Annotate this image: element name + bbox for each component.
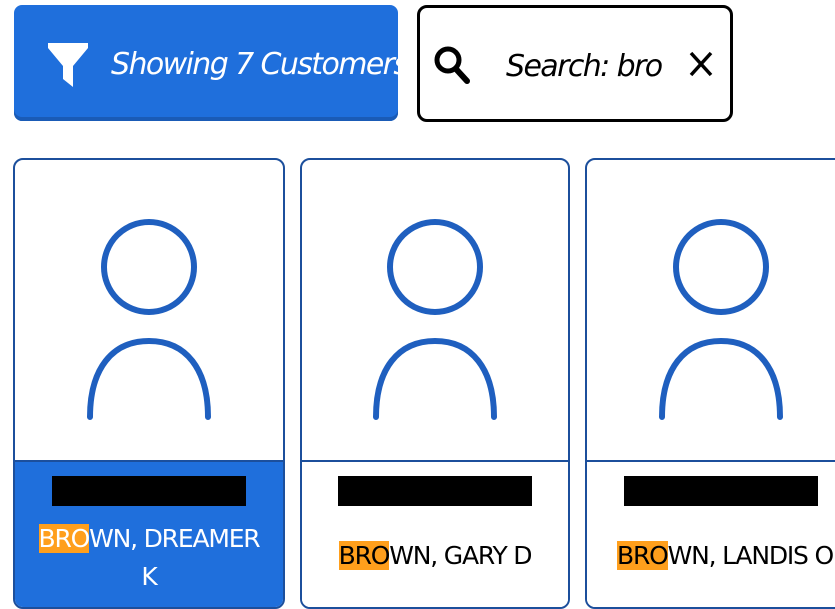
search-match-highlight: BRO xyxy=(38,524,90,553)
customer-browser: Showing 7 Customers Search: bro BROWN, D… xyxy=(0,0,835,609)
search-icon xyxy=(434,46,470,84)
customer-name: BROWN, LANDIS O xyxy=(587,537,835,575)
person-icon xyxy=(659,219,783,420)
customer-name-continued: K xyxy=(141,562,157,591)
filter-label: Showing 7 Customers xyxy=(111,47,409,82)
search-match-highlight: BRO xyxy=(338,541,390,570)
filter-button[interactable]: Showing 7 Customers xyxy=(14,5,409,121)
search-query: Search: bro xyxy=(506,49,663,84)
person-icon xyxy=(87,219,211,420)
customer-name-rest: WN, LANDIS O xyxy=(667,541,835,570)
customer-name: BROWN, GARY D xyxy=(302,537,568,575)
customer-portrait xyxy=(587,160,835,462)
customer-portrait xyxy=(302,160,568,462)
redacted-account-number xyxy=(338,476,532,506)
search-box[interactable]: Search: bro xyxy=(417,5,733,122)
customer-info: BROWN, LANDIS O xyxy=(587,462,835,607)
customer-info: BROWN, GARY D xyxy=(302,462,568,607)
customer-card[interactable]: BROWN, DREAMER K xyxy=(13,158,285,609)
customer-name-rest: WN, GARY D xyxy=(389,541,532,570)
redacted-account-number xyxy=(624,476,818,506)
customer-portrait xyxy=(15,160,283,462)
customer-card[interactable]: BROWN, GARY D xyxy=(300,158,570,609)
customer-card[interactable]: BROWN, LANDIS O xyxy=(585,158,835,609)
redacted-account-number xyxy=(52,476,246,506)
person-icon xyxy=(373,219,497,420)
search-match-highlight: BRO xyxy=(617,541,669,570)
customer-name: BROWN, DREAMER K xyxy=(15,520,283,596)
filter-icon xyxy=(48,43,88,87)
close-icon[interactable] xyxy=(688,50,714,78)
customer-info: BROWN, DREAMER K xyxy=(15,462,283,607)
customer-name-rest: WN, DREAMER xyxy=(89,524,261,553)
